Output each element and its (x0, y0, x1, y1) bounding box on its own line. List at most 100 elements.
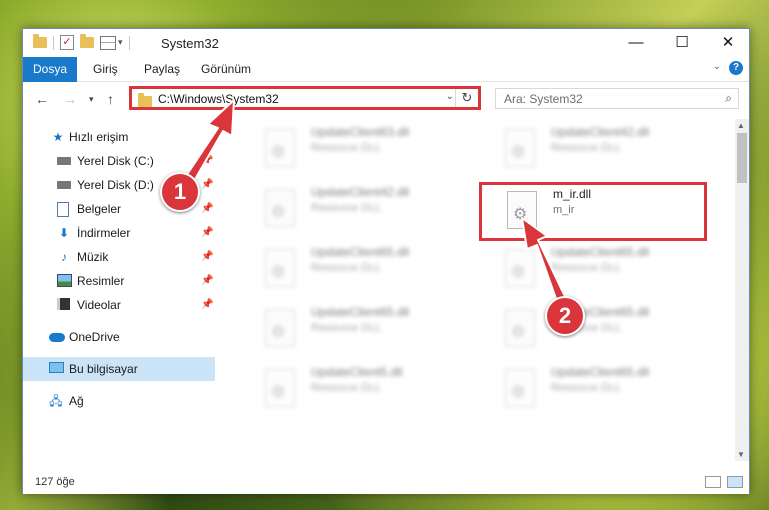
dll-file-icon (265, 129, 295, 167)
vertical-scrollbar[interactable]: ▲ ▼ (735, 119, 749, 461)
sidebar-item-onedrive[interactable]: OneDrive (23, 325, 215, 349)
step-2-badge: 2 (545, 296, 585, 336)
list-item[interactable]: UpdateClient63.dll Resource DLL (237, 121, 467, 175)
network-icon: 🖧 (49, 394, 63, 408)
new-folder-icon[interactable] (80, 34, 94, 48)
dll-file-icon (505, 369, 535, 407)
sidebar-item-label: Hızlı erişim (69, 130, 129, 144)
large-icons-view-icon[interactable] (727, 476, 743, 488)
download-icon: ⬇ (58, 226, 70, 240)
search-input[interactable]: Ara: System32 ⌕ (495, 88, 739, 109)
sidebar-item-label: OneDrive (69, 330, 120, 344)
file-name: UpdateClient42.dll (311, 185, 410, 199)
sidebar-item-quick-access[interactable]: ★ Hızlı erişim (23, 125, 215, 149)
view-options-icon[interactable] (100, 35, 116, 50)
tab-home[interactable]: Giriş (93, 57, 118, 81)
forward-arrow-icon[interactable]: → (63, 91, 77, 107)
ribbon-tabs: Dosya Giriş Paylaş Görünüm ⌄ ? (23, 57, 749, 111)
address-bar[interactable]: C:\Windows\System32 ⌄ ↻ (129, 86, 481, 110)
details-view-icon[interactable] (705, 476, 721, 488)
sidebar-item-label: Müzik (77, 250, 109, 264)
pictures-icon (57, 274, 72, 288)
music-icon: ♪ (61, 250, 67, 264)
explorer-window: ✓ ▾ System32 — ☐ ✕ Dosya Giriş Paylaş Gö… (22, 28, 750, 494)
scroll-down-icon[interactable]: ▼ (737, 450, 745, 459)
file-description: Resource DLL (311, 202, 382, 214)
file-name: UpdateClient65.dll (551, 365, 650, 379)
list-item[interactable]: UpdateClient65.dll Resource DLL (477, 301, 707, 355)
file-description: Resource DLL (311, 322, 382, 334)
highlight-box-file (479, 182, 707, 241)
pin-icon[interactable]: 📌 (201, 293, 213, 317)
sidebar-item-label: Ağ (69, 394, 84, 408)
document-icon (57, 202, 71, 217)
list-item[interactable]: UpdateClient42.dll Resource DLL (237, 181, 467, 235)
up-arrow-icon[interactable]: ↑ (107, 91, 114, 107)
sidebar-item-videos[interactable]: Videolar 📌 (23, 293, 215, 317)
videos-icon (57, 298, 71, 312)
sidebar-item-downloads[interactable]: ⬇ İndirmeler 📌 (23, 221, 215, 245)
sidebar-item-pictures[interactable]: Resimler 📌 (23, 269, 215, 293)
refresh-icon[interactable]: ↻ (455, 89, 478, 107)
address-row: ← → ▾ ↑ C:\Windows\System32 ⌄ ↻ Ara: Sys… (23, 82, 749, 116)
pin-icon[interactable]: 📌 (201, 269, 213, 293)
folder-icon (33, 34, 47, 48)
quick-access-toolbar: ✓ ▾ (33, 34, 136, 50)
sidebar-item-label: Videolar (77, 298, 121, 312)
pin-icon[interactable]: 📌 (201, 173, 213, 197)
address-dropdown-icon[interactable]: ⌄ (446, 91, 454, 102)
scrollbar-thumb[interactable] (737, 133, 747, 183)
help-icon[interactable]: ? (729, 61, 743, 75)
address-path: C:\Windows\System32 (158, 92, 279, 106)
back-arrow-icon[interactable]: ← (35, 91, 49, 107)
title-bar: ✓ ▾ System32 — ☐ ✕ (23, 29, 749, 57)
pin-icon[interactable]: 📌 (201, 149, 213, 173)
sidebar-item-label: Bu bilgisayar (69, 362, 138, 376)
drive-icon (57, 154, 71, 168)
list-item[interactable]: UpdateClient65.dll Resource DLL (237, 301, 467, 355)
file-description: Resource DLL (551, 262, 622, 274)
sidebar-item-label: Resimler (77, 274, 125, 288)
separator (128, 35, 130, 50)
sidebar-item-network[interactable]: 🖧 Ağ (23, 389, 215, 413)
sidebar-item-local-disk-c[interactable]: Yerel Disk (C:) 📌 (23, 149, 215, 173)
drive-icon (57, 178, 71, 192)
properties-check-icon[interactable]: ✓ (60, 35, 74, 50)
sidebar-item-music[interactable]: ♪ Müzik 📌 (23, 245, 215, 269)
list-item[interactable]: UpdateClient42.dll Resource DLL (477, 121, 707, 175)
sidebar-item-label: Yerel Disk (D:) (77, 178, 154, 192)
file-name: UpdateClient65.dll (311, 305, 410, 319)
ribbon-expand-icon[interactable]: ⌄ (713, 61, 721, 72)
dll-file-icon (265, 189, 295, 227)
dll-file-icon (265, 309, 295, 347)
star-icon: ★ (52, 130, 64, 144)
tab-view[interactable]: Görünüm (201, 57, 251, 81)
file-name: UpdateClient65.dll (551, 245, 650, 259)
this-pc-icon (49, 362, 64, 376)
list-item[interactable]: UpdateClient65.dll Resource DLL (477, 241, 707, 295)
dll-file-icon (505, 249, 535, 287)
recent-locations-icon[interactable]: ▾ (89, 94, 94, 105)
list-item[interactable]: UpdateClient65.dll Resource DLL (237, 241, 467, 295)
close-button[interactable]: ✕ (705, 29, 751, 57)
list-item[interactable]: UpdateClient5.dll Resource DLL (237, 361, 467, 415)
pin-icon[interactable]: 📌 (201, 197, 213, 221)
tab-share[interactable]: Paylaş (144, 57, 180, 81)
file-description: Resource DLL (551, 382, 622, 394)
pin-icon[interactable]: 📌 (201, 221, 213, 245)
minimize-button[interactable]: — (613, 29, 659, 57)
file-name: UpdateClient63.dll (311, 125, 410, 139)
status-bar: 127 öğe (23, 472, 749, 494)
scroll-up-icon[interactable]: ▲ (737, 121, 745, 130)
dll-file-icon (505, 309, 535, 347)
customize-dropdown-icon[interactable]: ▾ (118, 37, 123, 48)
dll-file-icon (265, 369, 295, 407)
search-placeholder: Ara: System32 (504, 92, 583, 106)
pin-icon[interactable]: 📌 (201, 245, 213, 269)
maximize-button[interactable]: ☐ (659, 29, 705, 57)
list-item[interactable]: UpdateClient65.dll Resource DLL (477, 361, 707, 415)
sidebar-item-this-pc[interactable]: Bu bilgisayar (23, 357, 215, 381)
sidebar-item-label: İndirmeler (77, 226, 131, 240)
window-title: System32 (161, 36, 219, 51)
separator (53, 35, 54, 50)
